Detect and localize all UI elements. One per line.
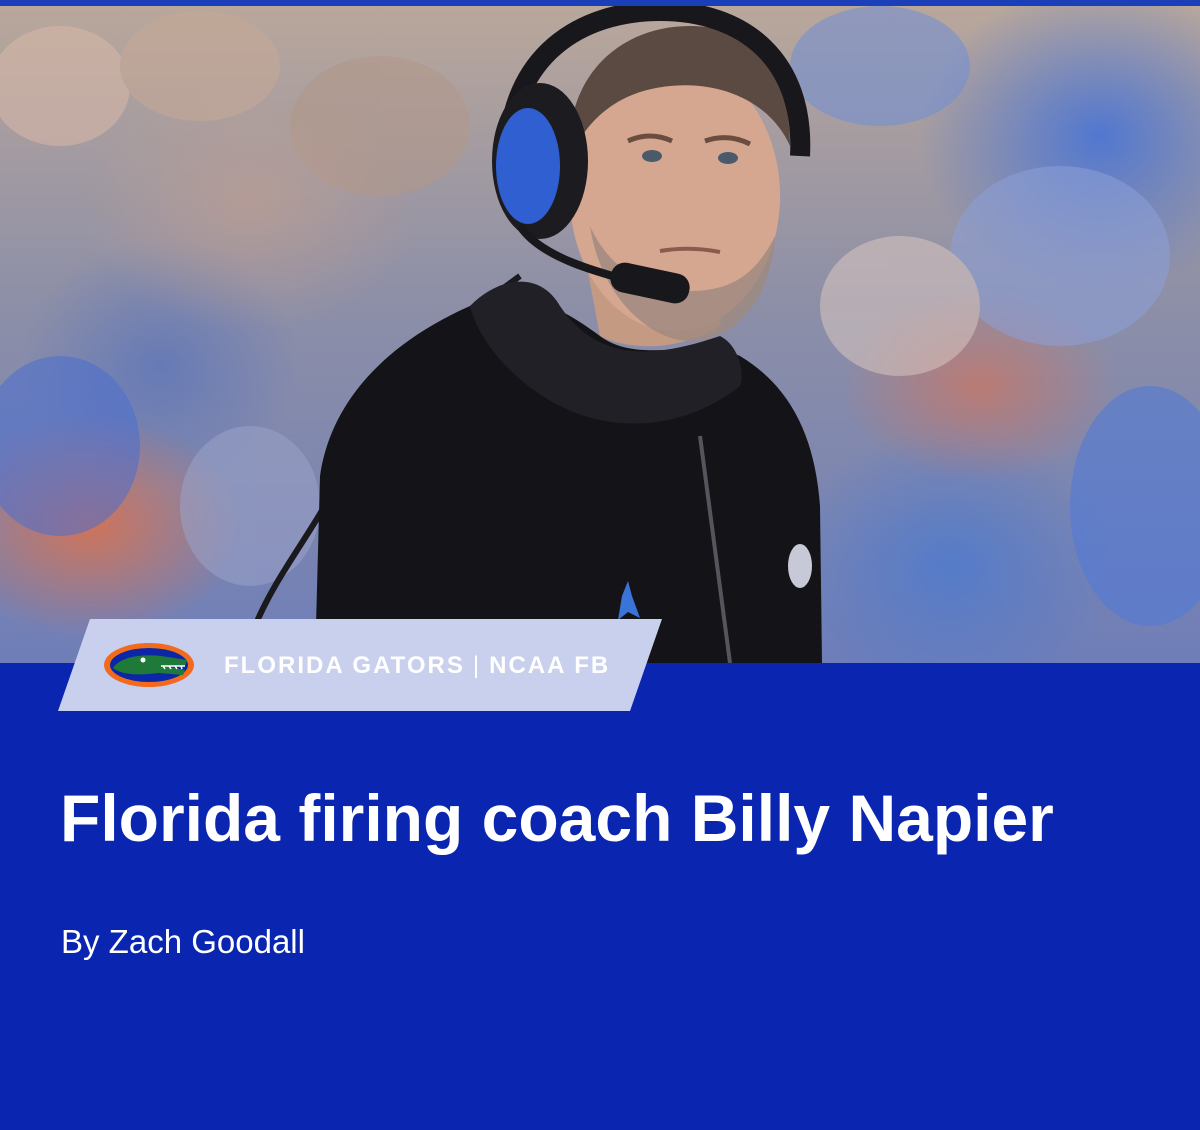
article-card[interactable]: FLORIDA GATORS | NCAA FB Florida firing co… bbox=[0, 0, 1200, 1130]
category-separator: | bbox=[472, 652, 482, 679]
headline[interactable]: Florida firing coach Billy Napier bbox=[60, 772, 1160, 864]
category-tag[interactable]: FLORIDA GATORS | NCAA FB bbox=[58, 619, 662, 711]
team-name[interactable]: FLORIDA GATORS bbox=[224, 652, 465, 679]
byline: By Zach Goodall bbox=[61, 923, 305, 960]
league-name[interactable]: NCAA FB bbox=[489, 652, 610, 679]
hero-image[interactable] bbox=[0, 6, 1200, 663]
category-label[interactable]: FLORIDA GATORS | NCAA FB bbox=[224, 649, 610, 683]
coach-photo bbox=[0, 6, 1200, 663]
gator-logo-icon bbox=[104, 643, 194, 687]
